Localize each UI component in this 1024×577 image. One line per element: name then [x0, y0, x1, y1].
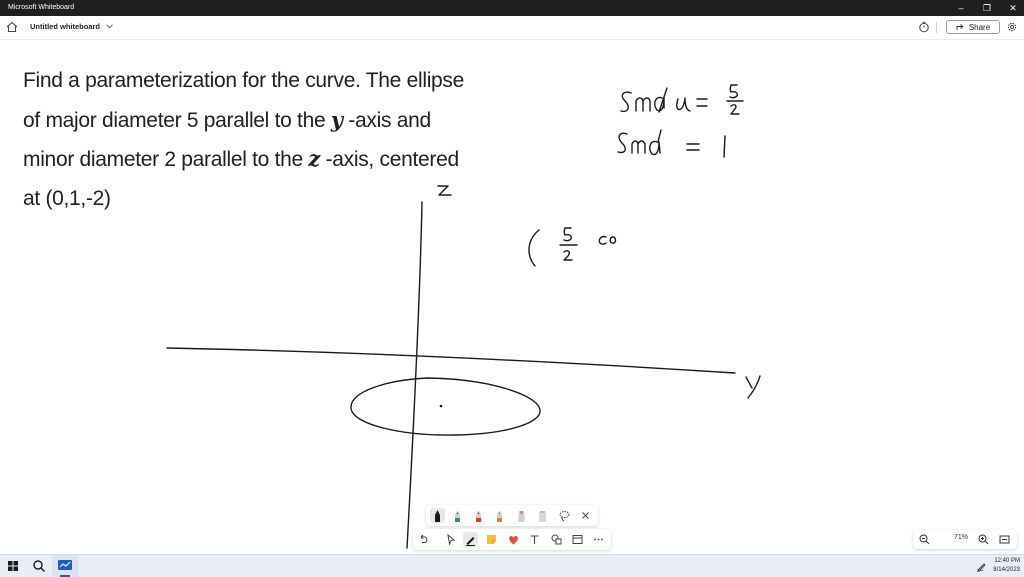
zoom-in-icon[interactable]	[976, 532, 991, 547]
window-title: Microsoft Whiteboard	[8, 4, 75, 11]
lasso-icon[interactable]	[557, 508, 572, 523]
pen-input-icon[interactable]	[976, 561, 987, 572]
highlighter-icon[interactable]	[514, 508, 529, 523]
shapes-icon[interactable]	[549, 532, 564, 547]
settings-gear-icon[interactable]	[1006, 21, 1018, 33]
window-titlebar: Microsoft Whiteboard – ❐ ✕	[0, 0, 1024, 16]
whiteboard-title-menu[interactable]: Untitled whiteboard	[30, 22, 113, 31]
ink-z-axis	[406, 201, 423, 549]
green-pen-icon[interactable]	[450, 508, 465, 523]
whiteboard-app-icon	[58, 560, 72, 570]
zoom-level[interactable]: 71%	[947, 534, 975, 541]
text-tool-icon[interactable]	[527, 532, 542, 547]
system-clock[interactable]: 12:40 PM 8/14/2023	[993, 557, 1020, 575]
red-pen-icon[interactable]	[471, 508, 486, 523]
share-button[interactable]: Share	[946, 20, 1000, 34]
os-taskbar: 12:40 PM 8/14/2023	[0, 554, 1024, 577]
select-pointer-icon[interactable]	[443, 532, 458, 547]
close-pen-tray-icon[interactable]	[578, 508, 593, 523]
inking-pen-icon[interactable]	[463, 532, 478, 547]
zoom-controls: 71%	[913, 530, 1017, 549]
windows-start-icon[interactable]	[8, 561, 18, 571]
reaction-heart-icon[interactable]	[506, 532, 521, 547]
ink-semi-minor-note	[617, 129, 726, 158]
sticky-note-icon[interactable]	[484, 532, 499, 547]
whiteboard-taskbar-button[interactable]	[52, 555, 78, 577]
close-button[interactable]: ✕	[998, 0, 1024, 16]
ink-y-axis	[166, 347, 736, 374]
main-toolbar	[413, 529, 611, 550]
more-options-icon[interactable]	[591, 532, 606, 547]
whiteboard-canvas[interactable]	[0, 40, 1024, 554]
insert-template-icon[interactable]	[570, 532, 585, 547]
share-label: Share	[968, 22, 991, 32]
chevron-down-icon	[106, 24, 113, 29]
share-icon	[956, 24, 964, 30]
ink-ellipse	[350, 377, 541, 436]
search-icon[interactable]	[32, 559, 46, 573]
home-icon[interactable]	[5, 20, 19, 34]
app-toolbar: Untitled whiteboard Share	[0, 16, 1024, 40]
clock-time: 12:40 PM	[994, 558, 1020, 564]
ink-parameterization-start	[528, 227, 617, 267]
black-pen-icon[interactable]	[430, 508, 445, 523]
whiteboard-title: Untitled whiteboard	[30, 22, 100, 31]
ink-semi-major-note	[620, 84, 744, 115]
ink-z-axis-label	[437, 185, 452, 196]
fit-to-screen-icon[interactable]	[997, 532, 1012, 547]
pen-tray	[426, 505, 598, 526]
orange-pen-icon[interactable]	[492, 508, 507, 523]
ink-y-axis-label	[745, 375, 761, 399]
undo-icon[interactable]	[416, 532, 431, 547]
ink-center-dot	[439, 404, 443, 408]
clock-date: 8/14/2023	[993, 567, 1020, 573]
zoom-out-icon[interactable]	[917, 532, 932, 547]
eraser-icon[interactable]	[535, 508, 550, 523]
toolbar-divider	[936, 22, 937, 33]
timer-icon[interactable]	[918, 21, 930, 33]
